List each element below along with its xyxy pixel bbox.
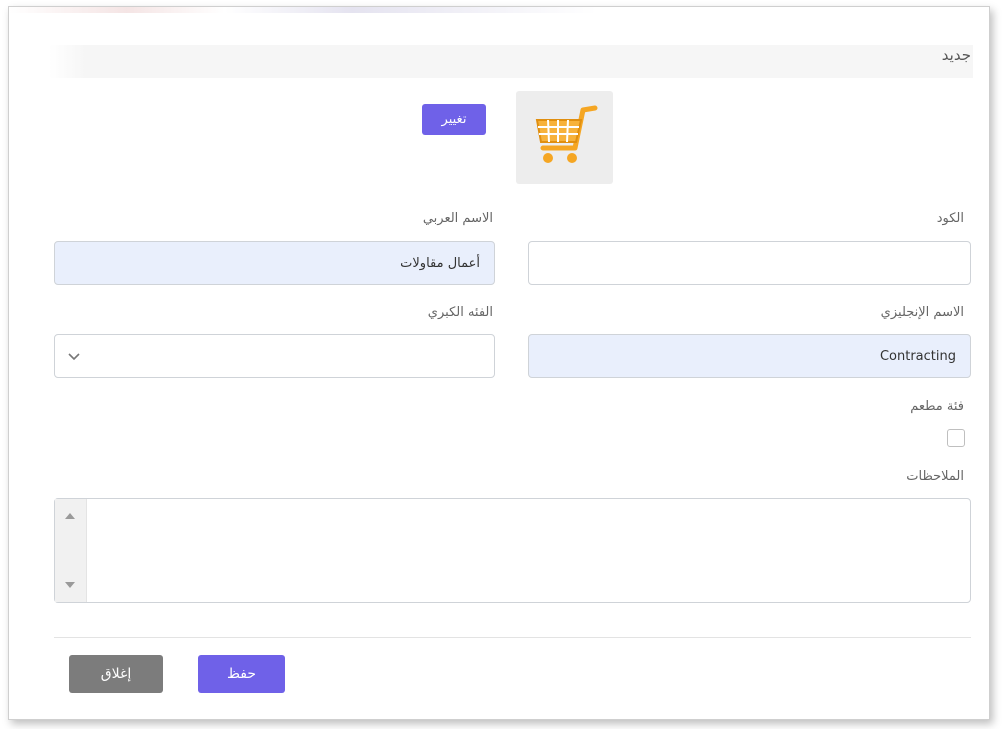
notes-textarea[interactable]	[54, 498, 971, 603]
main-category-select[interactable]	[54, 334, 495, 378]
scroll-down-arrow-icon[interactable]	[65, 582, 75, 588]
shopping-cart-icon	[535, 105, 597, 163]
dialog: جديد تغيير الكود الاسم العربي أعمال مقاو…	[8, 6, 990, 720]
english-name-input[interactable]: Contracting	[528, 334, 971, 378]
dialog-header	[49, 45, 973, 78]
restaurant-category-label: فئة مطعم	[910, 399, 964, 414]
arabic-name-label: الاسم العربي	[422, 211, 493, 226]
english-name-label: الاسم الإنجليزي	[880, 305, 964, 320]
arabic-name-input[interactable]: أعمال مقاولات	[54, 241, 495, 285]
category-image	[516, 91, 613, 184]
scroll-up-arrow-icon[interactable]	[65, 513, 75, 519]
code-label: الكود	[936, 211, 964, 226]
chevron-down-icon	[68, 353, 80, 361]
restaurant-category-checkbox[interactable]	[947, 429, 965, 447]
notes-scrollbar[interactable]	[55, 499, 87, 602]
save-button[interactable]: حفظ	[198, 655, 285, 693]
notes-label: الملاحظات	[906, 469, 964, 484]
dialog-title: جديد	[941, 46, 971, 64]
close-button[interactable]: إغلاق	[69, 655, 163, 693]
change-image-button[interactable]: تغيير	[422, 104, 486, 135]
code-input[interactable]	[528, 241, 971, 285]
top-accent-strip	[9, 7, 989, 13]
main-category-label: الفئه الكبري	[427, 305, 493, 320]
footer-divider	[54, 637, 971, 638]
